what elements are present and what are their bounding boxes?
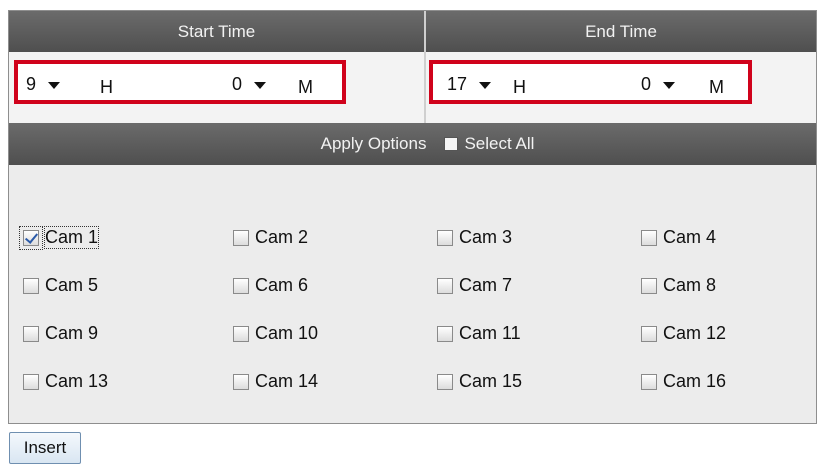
camera-label[interactable]: Cam 9	[45, 323, 98, 344]
camera-item[interactable]: Cam 9	[23, 323, 98, 344]
camera-item[interactable]: Cam 11	[437, 323, 521, 344]
end-minute-select[interactable]: 0	[641, 72, 676, 96]
camera-checkbox[interactable]	[233, 229, 249, 246]
camera-checkbox[interactable]	[437, 325, 453, 342]
camera-label[interactable]: Cam 16	[663, 371, 726, 392]
apply-options-label: Apply Options	[320, 134, 427, 153]
camera-item[interactable]: Cam 6	[233, 275, 308, 296]
chevron-down-icon	[663, 81, 676, 89]
camera-label[interactable]: Cam 8	[663, 275, 716, 296]
camera-checkbox[interactable]	[641, 325, 657, 342]
camera-checkbox[interactable]	[19, 225, 43, 250]
camera-checkbox[interactable]	[437, 277, 453, 294]
camera-label[interactable]: Cam 6	[255, 275, 308, 296]
camera-checkbox[interactable]	[641, 229, 657, 246]
start-hour-unit: H	[100, 77, 113, 97]
camera-label[interactable]: Cam 15	[459, 371, 522, 392]
camera-checkbox[interactable]	[437, 373, 453, 390]
insert-button[interactable]: Insert	[9, 432, 81, 464]
camera-label[interactable]: Cam 12	[663, 323, 726, 344]
camera-checkbox[interactable]	[641, 277, 657, 294]
camera-checkbox[interactable]	[233, 325, 249, 342]
chevron-down-icon	[479, 81, 492, 89]
camera-label[interactable]: Cam 3	[459, 227, 512, 248]
end-time-header: End Time	[426, 11, 816, 52]
camera-label[interactable]: Cam 5	[45, 275, 98, 296]
camera-item[interactable]: Cam 5	[23, 275, 98, 296]
select-all-checkbox[interactable]	[444, 137, 459, 151]
camera-checkbox[interactable]	[437, 229, 453, 246]
camera-label[interactable]: Cam 11	[459, 323, 521, 344]
end-hour-select[interactable]: 17	[447, 72, 492, 96]
camera-label[interactable]: Cam 7	[459, 275, 512, 296]
camera-item[interactable]: Cam 2	[233, 227, 308, 248]
camera-checkbox[interactable]	[23, 373, 39, 390]
camera-item[interactable]: Cam 7	[437, 275, 512, 296]
camera-label[interactable]: Cam 1	[43, 226, 100, 249]
camera-item[interactable]: Cam 13	[23, 371, 108, 392]
start-time-box: 9 H 0 M	[14, 60, 346, 104]
camera-item[interactable]: Cam 1	[19, 225, 100, 250]
camera-item[interactable]: Cam 10	[233, 323, 318, 344]
start-minute-unit: M	[298, 77, 313, 97]
chevron-down-icon	[48, 81, 61, 89]
start-minute-value: 0	[232, 74, 243, 94]
end-minute-unit: M	[709, 77, 724, 97]
end-hour-value: 17	[447, 74, 468, 94]
camera-checkbox[interactable]	[233, 277, 249, 294]
camera-checkbox[interactable]	[233, 373, 249, 390]
camera-item[interactable]: Cam 15	[437, 371, 522, 392]
camera-label[interactable]: Cam 10	[255, 323, 318, 344]
select-all-label[interactable]: Select All	[464, 123, 534, 165]
camera-checkbox[interactable]	[23, 277, 39, 294]
camera-grid: Cam 1 Cam 2 Cam 3 Cam 4 Cam 5 Cam 6 Cam 7 Cam 8…	[9, 165, 816, 423]
camera-item[interactable]: Cam 4	[641, 227, 716, 248]
camera-label[interactable]: Cam 14	[255, 371, 318, 392]
camera-item[interactable]: Cam 3	[437, 227, 512, 248]
camera-item[interactable]: Cam 14	[233, 371, 318, 392]
camera-label[interactable]: Cam 2	[255, 227, 308, 248]
camera-checkbox[interactable]	[641, 373, 657, 390]
camera-checkbox[interactable]	[23, 325, 39, 342]
camera-item[interactable]: Cam 8	[641, 275, 716, 296]
start-minute-select[interactable]: 0	[232, 72, 267, 96]
camera-item[interactable]: Cam 16	[641, 371, 726, 392]
end-time-box: 17 H 0 M	[429, 60, 752, 104]
start-hour-value: 9	[26, 74, 37, 94]
end-hour-unit: H	[513, 77, 526, 97]
start-time-header: Start Time	[9, 11, 424, 52]
start-hour-select[interactable]: 9	[26, 72, 61, 96]
camera-label[interactable]: Cam 4	[663, 227, 716, 248]
chevron-down-icon	[254, 81, 267, 89]
camera-item[interactable]: Cam 12	[641, 323, 726, 344]
apply-options-bar: Apply Options Select All	[9, 123, 816, 165]
header-divider	[424, 11, 426, 123]
end-minute-value: 0	[641, 74, 652, 94]
camera-label[interactable]: Cam 13	[45, 371, 108, 392]
time-row: 9 H 0 M 17 H 0 M	[9, 52, 816, 123]
schedule-panel: Start Time End Time 9 H 0 M 17 H 0 M App	[8, 10, 817, 424]
